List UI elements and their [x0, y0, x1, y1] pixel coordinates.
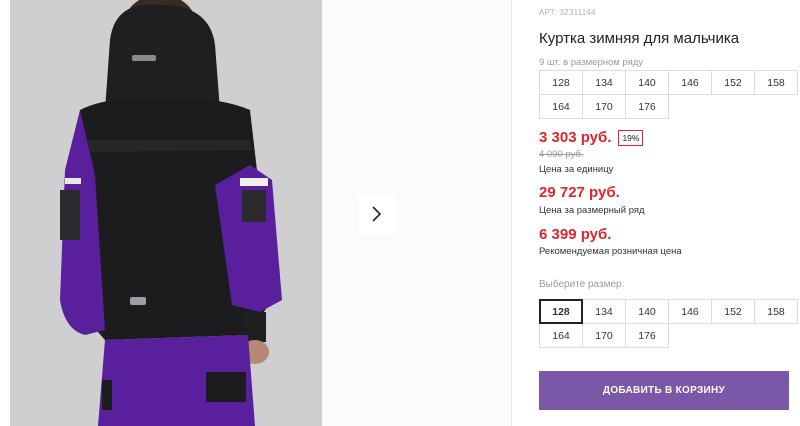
discount-badge: 19%	[618, 129, 644, 146]
unit-price-caption: Цена за единицу	[539, 164, 614, 175]
product-title: Куртка зимняя для мальчика	[539, 30, 740, 47]
pack-size-cell: 128	[539, 70, 583, 95]
pack-size-grid: 128 134 140 146 152 158 164 170 176	[539, 70, 798, 119]
pack-size-cell: 134	[582, 70, 626, 95]
product-gallery	[10, 0, 510, 426]
pack-size-cell: 140	[625, 70, 669, 95]
pack-price-caption: Цена за размерный ряд	[539, 205, 645, 216]
pack-size-cell: 164	[539, 94, 583, 119]
choose-size-label: Выберите размер:	[539, 279, 625, 290]
pack-price: 29 727 руб.	[539, 184, 620, 201]
rrp-price: 6 399 руб.	[539, 226, 612, 243]
add-to-cart-button[interactable]: ДОБАВИТЬ В КОРЗИНУ	[539, 371, 789, 410]
gallery-next-button[interactable]	[358, 194, 396, 234]
pack-size-cell: 176	[625, 94, 669, 119]
product-sku: АРТ: 32311144	[539, 8, 596, 17]
size-option-158[interactable]: 158	[754, 299, 798, 324]
size-option-170[interactable]: 170	[582, 323, 626, 348]
pack-size-cell: 146	[668, 70, 712, 95]
jacket-illustration	[10, 0, 322, 426]
size-option-128[interactable]: 128	[539, 299, 583, 324]
photo-placeholder	[322, 0, 510, 426]
panel-divider	[511, 0, 512, 426]
size-option-164[interactable]: 164	[539, 323, 583, 348]
pack-size-note: 9 шт. в размерном ряду	[539, 57, 644, 68]
size-option-146[interactable]: 146	[668, 299, 712, 324]
size-option-134[interactable]: 134	[582, 299, 626, 324]
unit-price: 3 303 руб.	[539, 129, 612, 146]
size-option-140[interactable]: 140	[625, 299, 669, 324]
pack-size-cell: 152	[711, 70, 755, 95]
chevron-right-icon	[372, 206, 382, 222]
pack-size-cell: 158	[754, 70, 798, 95]
product-photo[interactable]	[10, 0, 322, 426]
pack-size-cell: 170	[582, 94, 626, 119]
size-option-152[interactable]: 152	[711, 299, 755, 324]
size-option-176[interactable]: 176	[625, 323, 669, 348]
old-price: 4 090 руб.	[539, 149, 584, 160]
rrp-price-caption: Рекомендуемая розничная цена	[539, 246, 682, 257]
size-selector: 128 134 140 146 152 158 164 170 176	[539, 299, 798, 348]
unit-price-row: 3 303 руб. 19%	[539, 129, 644, 146]
